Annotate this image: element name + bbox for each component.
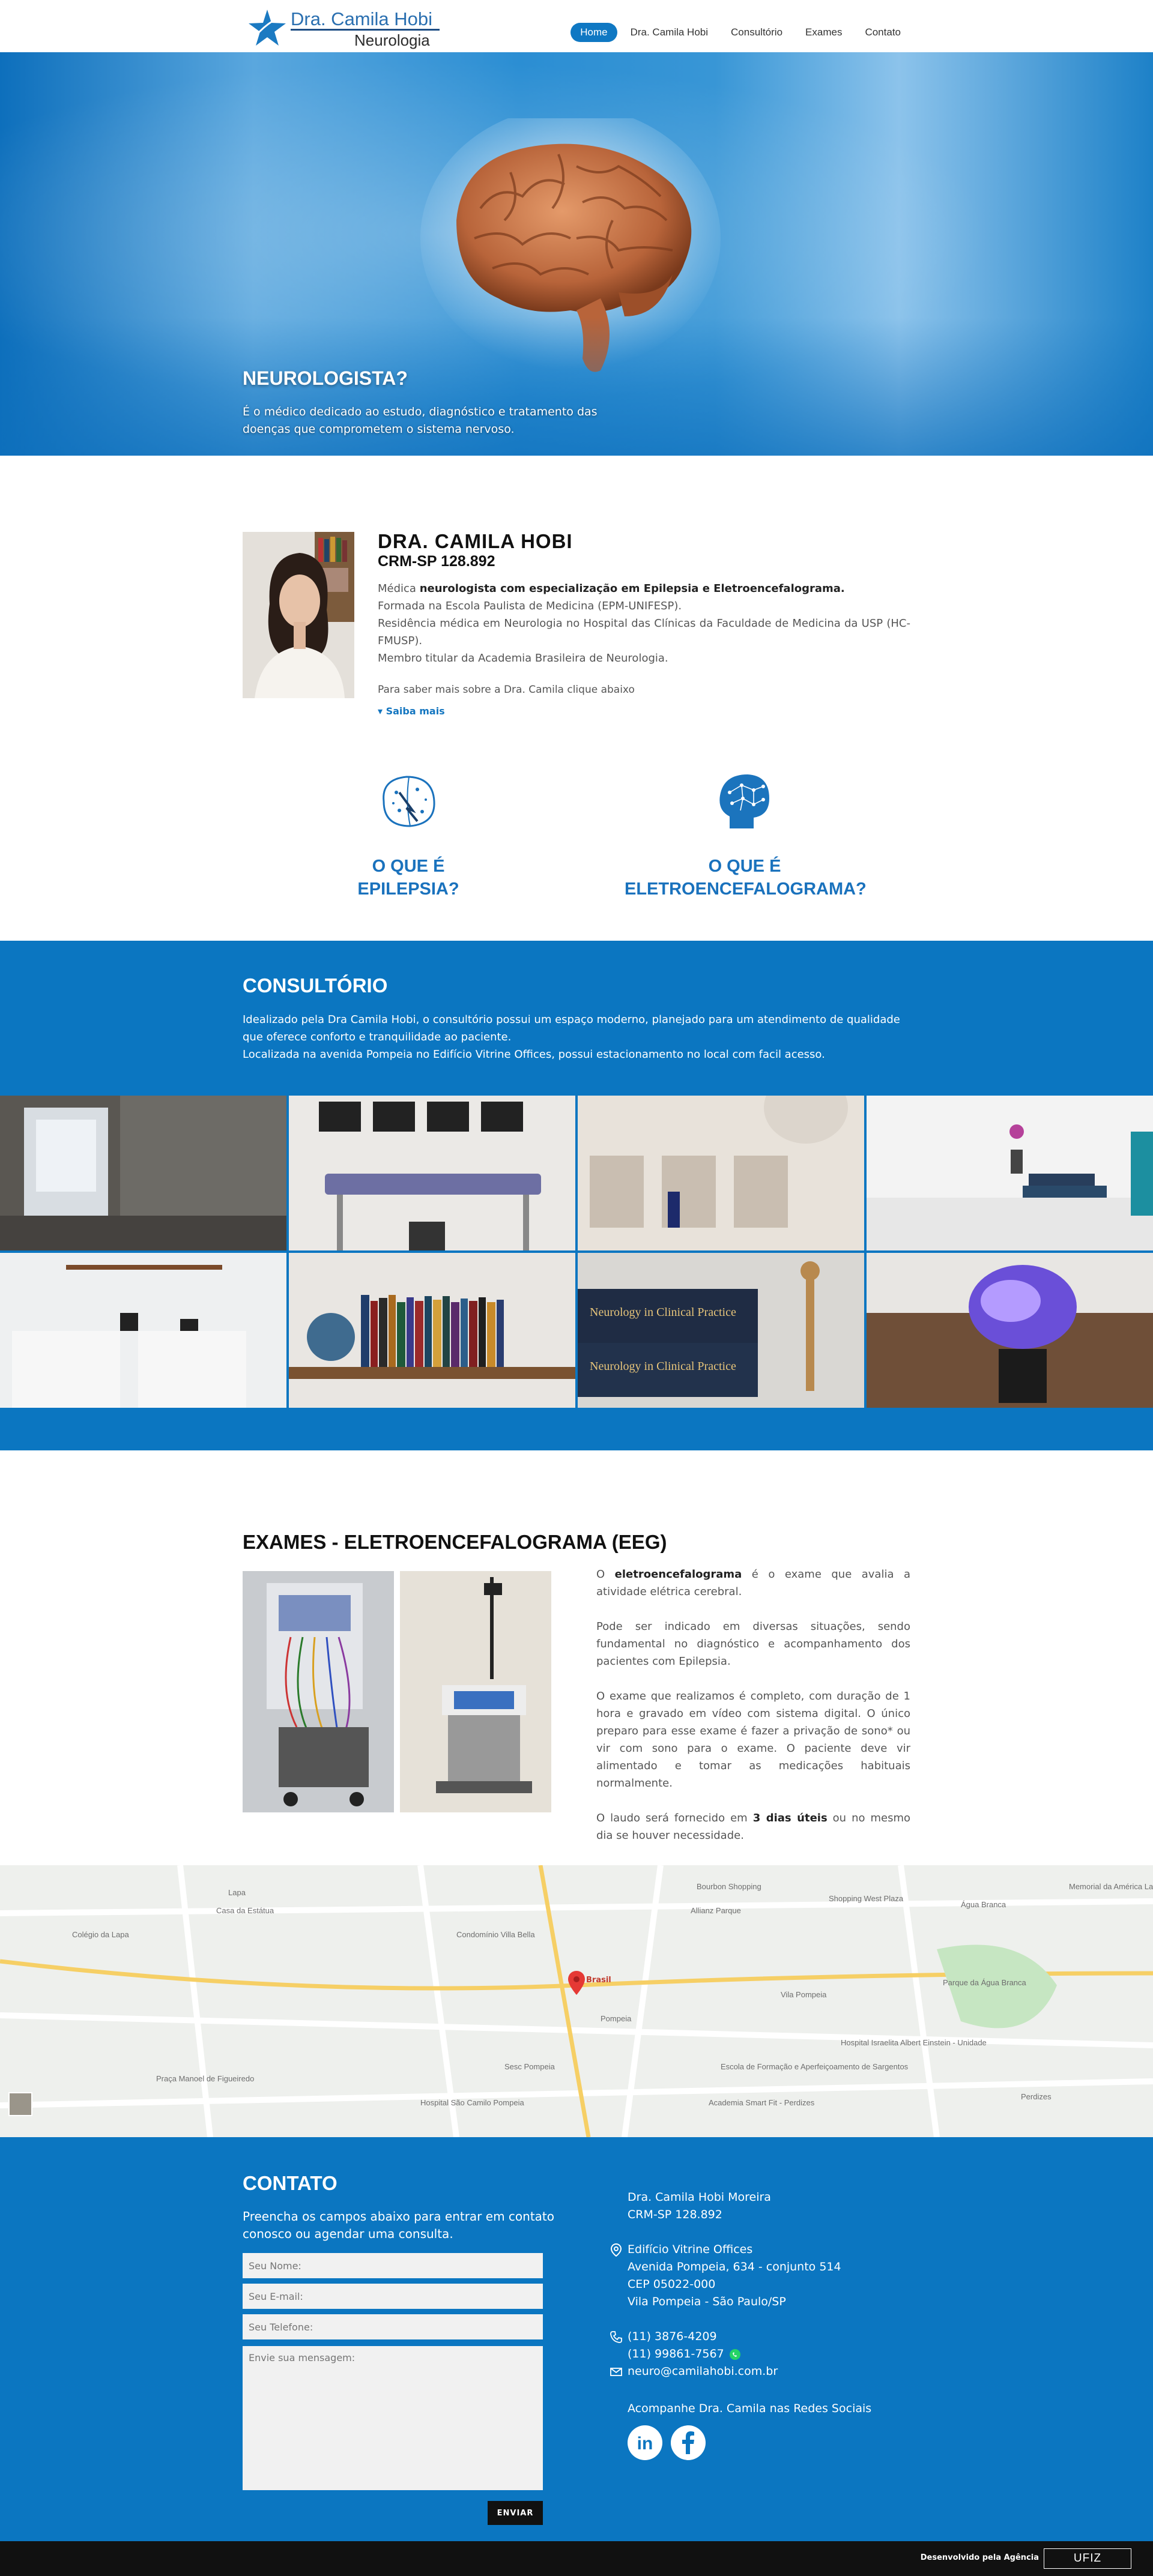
feature-epilepsia-title: O QUE É EPILEPSIA? [357,857,459,899]
star-logo-icon [249,10,288,46]
map-label-16: Colégio da Lapa [72,1930,129,1939]
map-label-7: Memorial da América Latina [1069,1882,1153,1891]
gallery-photo-shelf-orchid[interactable] [867,1096,1153,1250]
svg-text:in: in [637,2434,653,2454]
profile-more-text: Para saber mais sobre a Dra. Camila cliq… [378,684,635,696]
nav-exames[interactable]: Exames [796,23,852,42]
saiba-mais-link[interactable]: ▾ Saiba mais [378,705,910,717]
send-button[interactable]: ENVIAR [488,2501,543,2525]
logo-specialty: Neurologia [354,31,430,49]
header: Dra. Camila Hobi Neurologia Home Dra. Ca… [0,0,1153,52]
eeg-cart-photo [400,1571,551,1812]
location-map[interactable]: Casa da Estátua Shopping West Plaza Alli… [0,1865,1153,2137]
gallery-photo-books[interactable] [289,1253,575,1408]
contato-section: CONTATO Preencha os campos abaixo para e… [0,2137,1153,2541]
exames-title: EXAMES - ELETROENCEFALOGRAMA (EEG) [243,1531,667,1553]
contato-title: CONTATO [243,2172,337,2194]
email-link[interactable]: neuro@camilahobi.com.br [628,2363,778,2380]
location-pin-icon [610,2243,622,2257]
map-label-3: Pompeia [601,2014,632,2023]
consultorio-title: CONSULTÓRIO [243,974,388,997]
email-block: neuro@camilahobi.com.br [610,2363,778,2380]
feature-eeg-title: O QUE É ELETROENCEFALOGRAMA? [625,857,867,899]
phone-icon [610,2331,622,2343]
feature-epilepsia[interactable]: O QUE É EPILEPSIA? [336,768,480,900]
doctor-portrait-image [243,532,354,698]
doctor-contact-name: Dra. Camila Hobi Moreira CRM-SP 128.892 [628,2191,771,2221]
map-label-13: Academia Smart Fit - Perdizes [709,2098,815,2107]
book-title-1: Neurology in Clinical Practice [590,1306,736,1319]
exames-text: O eletroencefalograma é o exame que aval… [596,1568,911,1842]
page: Dra. Camila Hobi Neurologia Home Dra. Ca… [0,0,1153,2576]
name-field[interactable] [243,2253,543,2278]
consultorio-section: CONSULTÓRIO Idealizado pela Dra Camila H… [0,941,1153,1450]
agency-logo[interactable]: UFIZ [1044,2548,1131,2569]
gallery-photo-exam-bed[interactable] [289,1096,575,1250]
feature-eletroencefalograma[interactable]: O QUE É ELETROENCEFALOGRAMA? [625,768,867,900]
map-label-18: Condomínio Villa Bella [456,1930,535,1939]
book-title-2: Neurology in Clinical Practice [590,1360,736,1373]
map-label-14: Praça Manoel de Figueiredo [156,2074,254,2083]
map-label-10: Vila Pompeia [781,1990,827,1999]
profile-text: Médica neurologista com especialização e… [378,582,910,665]
logo-name: Dra. Camila Hobi [291,8,433,29]
gallery-photo-neurology-books[interactable]: Neurology in Clinical Practice Neurology … [578,1253,864,1408]
address-block: Edifício Vitrine Offices Avenida Pompeia… [610,2241,841,2311]
nav-consultorio[interactable]: Consultório [721,23,792,42]
hero-banner: NEUROLOGISTA? É o médico dedicado ao est… [0,52,1153,456]
email-field[interactable] [243,2284,543,2309]
map-label-0: Casa da Estátua [216,1906,274,1915]
consultorio-gallery: Neurology in Clinical Practice Neurology … [0,1096,1153,1408]
doctor-name: DRA. CAMILA HOBI [378,530,573,552]
consultorio-text: Idealizado pela Dra Camila Hobi, o consu… [243,1013,900,1061]
map-label-17: Lapa [228,1888,246,1897]
main-nav: Home Dra. Camila Hobi Consultório Exames… [570,23,910,42]
map-label-4: Sesc Pompeia [504,2062,555,2071]
doctor-photo [243,532,354,698]
map-label-15: Hospital São Camilo Pompeia [420,2098,524,2107]
linkedin-icon[interactable]: in [628,2425,662,2460]
logo[interactable]: Dra. Camila Hobi Neurologia [243,5,447,49]
brain-neuron-icon [383,776,435,827]
phone-1[interactable]: (11) 3876-4209 [628,2328,741,2345]
map-label-12: Água Branca [961,1900,1006,1909]
doctor-crm: CRM-SP 128.892 [378,553,495,570]
message-field[interactable] [243,2346,543,2490]
map-pin-icon[interactable] [568,1971,585,1995]
gallery-photo-brain-lamp[interactable] [867,1253,1153,1408]
phone-block: (11) 3876-4209 (11) 99861-7567 [610,2328,741,2363]
map-label-11: Perdizes [1021,2092,1052,2101]
whatsapp-icon[interactable] [729,2348,741,2360]
map-satellite-toggle[interactable] [8,2092,32,2116]
gallery-photo-reception[interactable] [0,1253,286,1408]
map-label-1: Shopping West Plaza [829,1894,904,1903]
nav-contato[interactable]: Contato [855,23,910,42]
gallery-photo-waiting-room[interactable] [578,1096,864,1250]
logo-divider [291,29,440,31]
map-label-6: Bourbon Shopping [697,1882,761,1891]
map-label-19: Escola de Formação e Aperfeiçoamento de … [721,2062,909,2071]
nav-home[interactable]: Home [570,23,617,42]
map-pin-label: Brasil [586,1976,611,1985]
eeg-machine-photo [243,1571,394,1812]
map-label-5: Parque da Água Branca [943,1978,1027,1987]
footer: Desenvolvido pela Agência UFIZ [0,2541,1153,2576]
gallery-photo-window[interactable] [0,1096,286,1250]
email-icon [610,2368,622,2376]
phone-2[interactable]: (11) 99861-7567 [628,2345,724,2363]
contato-intro: Preencha os campos abaixo para entrar em… [243,2209,554,2241]
phone-field[interactable] [243,2314,543,2339]
facebook-icon[interactable] [671,2425,706,2460]
head-network-icon [719,774,769,828]
map-label-2: Allianz Parque [691,1906,741,1915]
map-label-8: Hospital Israelita Albert Einstein - Uni… [841,2038,987,2047]
nav-dra-camila[interactable]: Dra. Camila Hobi [621,23,718,42]
footer-dev-text: Desenvolvido pela Agência [920,2553,1039,2562]
social-text: Acompanhe Dra. Camila nas Redes Sociais [628,2402,872,2415]
hero-text: É o médico dedicado ao estudo, diagnósti… [243,405,598,436]
hero-title: NEUROLOGISTA? [243,367,408,389]
profile-info: DRA. CAMILA HOBI CRM-SP 128.892 Médica n… [378,531,910,717]
